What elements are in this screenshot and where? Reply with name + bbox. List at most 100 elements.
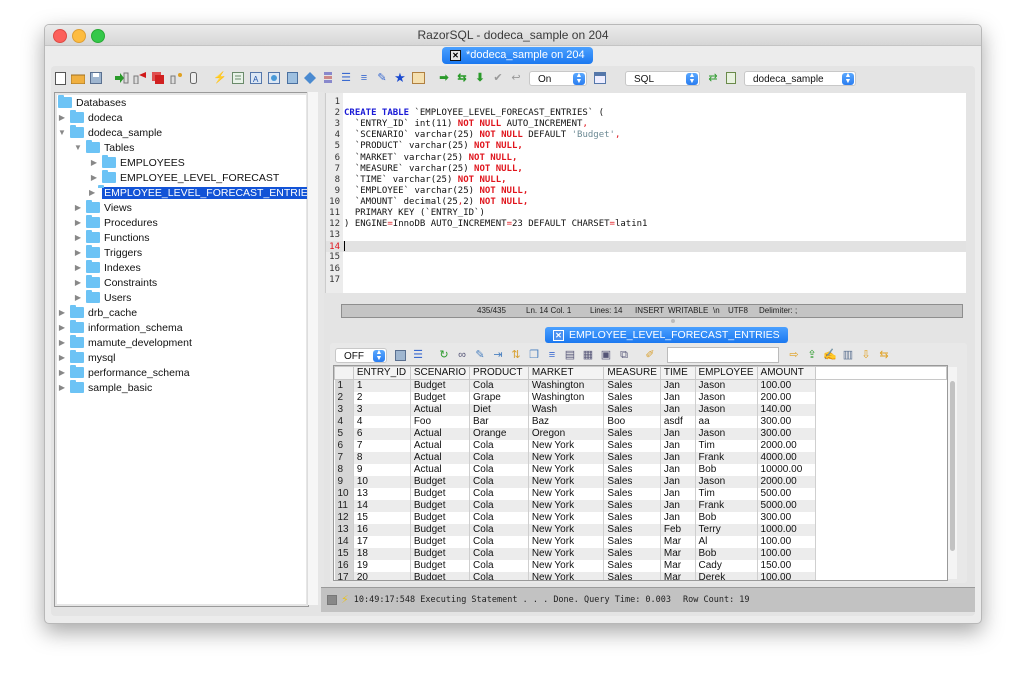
execute-icon[interactable]: ⚡ xyxy=(213,71,227,85)
rollback-icon[interactable]: ↩ xyxy=(509,71,523,85)
database-select[interactable]: dodeca_sample ▲ ▼ xyxy=(744,70,856,86)
row-number[interactable]: 6 xyxy=(334,440,354,452)
autocommit-select[interactable]: On ▲ ▼ xyxy=(529,70,587,86)
close-tab-icon[interactable]: ✕ xyxy=(553,329,564,341)
row-number[interactable]: 7 xyxy=(334,452,354,464)
collapsed-arrow-icon[interactable]: ▶ xyxy=(89,173,99,182)
collapsed-arrow-icon[interactable]: ▶ xyxy=(73,233,83,242)
disconnect-icon[interactable] xyxy=(133,71,147,85)
database-icon[interactable] xyxy=(187,71,201,85)
collapsed-arrow-icon[interactable]: ▶ xyxy=(73,263,83,272)
collapsed-arrow-icon[interactable]: ▶ xyxy=(89,158,99,167)
refresh-icon[interactable]: ⇄ xyxy=(706,71,720,85)
table-cell[interactable]: Jason xyxy=(695,392,758,404)
table-row[interactable]: 11 14 Budget Cola New York Sales Jan Frank 5000.… xyxy=(334,500,947,512)
sql-editor[interactable]: 1 2 CREATE TABLE `EMPLOYEE_LEVEL_FORECAST_… xyxy=(325,93,966,293)
tree-scrollbar[interactable] xyxy=(307,92,318,605)
tree-item[interactable]: ▼ dodeca_sample xyxy=(57,125,306,140)
script-icon[interactable] xyxy=(231,71,245,85)
table-cell[interactable]: Sales xyxy=(603,500,661,512)
table-cell[interactable]: 19 xyxy=(353,560,411,572)
collapsed-arrow-icon[interactable]: ▶ xyxy=(57,368,67,377)
table-cell[interactable]: Budget xyxy=(410,500,471,512)
table-cell[interactable]: Cola xyxy=(469,548,529,560)
table-cell[interactable]: 2 xyxy=(353,392,411,404)
table-row[interactable]: 17 20 Budget Cola New York Sales Mar Derek 100.0… xyxy=(334,572,947,580)
table-cell[interactable]: Al xyxy=(695,536,758,548)
table-cell[interactable]: Cola xyxy=(469,476,529,488)
table-cell[interactable]: Cola xyxy=(469,379,529,392)
tree-item[interactable]: ▶ EMPLOYEE_LEVEL_FORECAST_ENTRIES xyxy=(57,185,317,200)
code-line[interactable]: 6 `MARKET` varchar(25) NOT NULL, xyxy=(326,153,966,164)
table-cell[interactable]: Sales xyxy=(603,548,661,560)
tree-item[interactable]: ▶ Functions xyxy=(57,230,306,245)
tree-item[interactable]: ▶ sample_basic xyxy=(57,380,306,395)
table-cell[interactable]: Sales xyxy=(603,476,661,488)
sort-icon[interactable]: ⇅ xyxy=(509,348,523,362)
table-cell[interactable]: Jan xyxy=(660,464,696,476)
table-cell[interactable]: aa xyxy=(695,416,758,428)
table-cell[interactable]: Budget xyxy=(410,560,471,572)
table-cell[interactable]: Budget xyxy=(410,524,471,536)
table-cell[interactable]: 16 xyxy=(353,524,411,536)
table-cell[interactable]: Sales xyxy=(603,512,661,524)
table-cell[interactable]: 20 xyxy=(353,572,411,580)
table-cell[interactable]: Orange xyxy=(469,428,529,440)
code-line[interactable]: 3 `ENTRY_ID` int(11) NOT NULL AUTO_INCRE… xyxy=(326,119,966,130)
table-cell[interactable]: 15 xyxy=(353,512,411,524)
table-cell[interactable]: New York xyxy=(528,452,605,464)
table-cell[interactable]: 8 xyxy=(353,452,411,464)
table-cell[interactable]: Cola xyxy=(469,536,529,548)
table-cell[interactable]: Sales xyxy=(603,572,661,580)
table-cell[interactable]: 100.00 xyxy=(757,379,816,392)
table-cell[interactable]: New York xyxy=(528,572,605,580)
table-cell[interactable]: 9 xyxy=(353,464,411,476)
table-cell[interactable]: Washington xyxy=(528,379,605,392)
database-stack-icon[interactable] xyxy=(321,71,335,85)
row-number[interactable]: 17 xyxy=(334,572,354,580)
table-cell[interactable]: New York xyxy=(528,560,605,572)
table-cell[interactable]: 10 xyxy=(353,476,411,488)
table-cell[interactable]: 1000.00 xyxy=(757,524,816,536)
table-cell[interactable]: 100.00 xyxy=(757,548,816,560)
table-cell[interactable]: Budget xyxy=(410,379,471,392)
code-line[interactable]: 11 PRIMARY KEY (`ENTRY_ID`) xyxy=(326,208,966,219)
table-cell[interactable]: Jan xyxy=(660,440,696,452)
table-cell[interactable]: 7 xyxy=(353,440,411,452)
table-row[interactable]: 13 16 Budget Cola New York Sales Feb Terry 1000.… xyxy=(334,524,947,536)
add-connection-icon[interactable] xyxy=(169,71,183,85)
download-icon[interactable]: ⇩ xyxy=(859,348,873,362)
table-cell[interactable]: Cola xyxy=(469,500,529,512)
commit-icon[interactable]: ✔ xyxy=(491,71,505,85)
table-cell[interactable]: Bob xyxy=(695,548,758,560)
table-cell[interactable]: 300.00 xyxy=(757,512,816,524)
tree-item[interactable]: ▶ information_schema xyxy=(57,320,306,335)
table-cell[interactable]: Cola xyxy=(469,452,529,464)
table-cell[interactable]: New York xyxy=(528,536,605,548)
tree-item[interactable]: ▶ Triggers xyxy=(57,245,306,260)
code-line[interactable]: 14 xyxy=(326,241,966,253)
table-cell[interactable]: Sales xyxy=(603,452,661,464)
table-cell[interactable]: Sales xyxy=(603,404,661,416)
column-header[interactable]: ENTRY_ID xyxy=(352,366,411,380)
tree-item[interactable]: ▶ Users xyxy=(57,290,306,305)
filter-go-icon[interactable]: ⇨ xyxy=(787,348,801,362)
table-cell[interactable]: Actual xyxy=(410,464,471,476)
tree-item[interactable]: ▶ performance_schema xyxy=(57,365,306,380)
format-sql-icon[interactable]: ☰ xyxy=(339,71,353,85)
row-number[interactable]: 1 xyxy=(334,379,354,392)
query-builder-icon[interactable] xyxy=(285,71,299,85)
table-cell[interactable]: Mar xyxy=(660,560,696,572)
table-cell[interactable]: Jan xyxy=(660,512,696,524)
code-line[interactable]: 13 xyxy=(326,230,966,241)
row-number[interactable]: 5 xyxy=(334,428,354,440)
row-number[interactable]: 9 xyxy=(334,476,354,488)
table-row[interactable]: 8 9 Actual Cola New York Sales Jan Bob 10000.00 xyxy=(334,464,947,476)
table-row[interactable]: 2 2 Budget Grape Washington Sales Jan Jason 200.… xyxy=(334,392,947,404)
row-number[interactable]: 2 xyxy=(334,392,354,404)
collapsed-arrow-icon[interactable]: ▶ xyxy=(57,383,67,392)
results-scrollbar[interactable] xyxy=(948,367,957,579)
collapsed-arrow-icon[interactable]: ▶ xyxy=(57,308,67,317)
table-icon[interactable]: ▦ xyxy=(581,348,595,362)
collapsed-arrow-icon[interactable]: ▶ xyxy=(57,338,67,347)
